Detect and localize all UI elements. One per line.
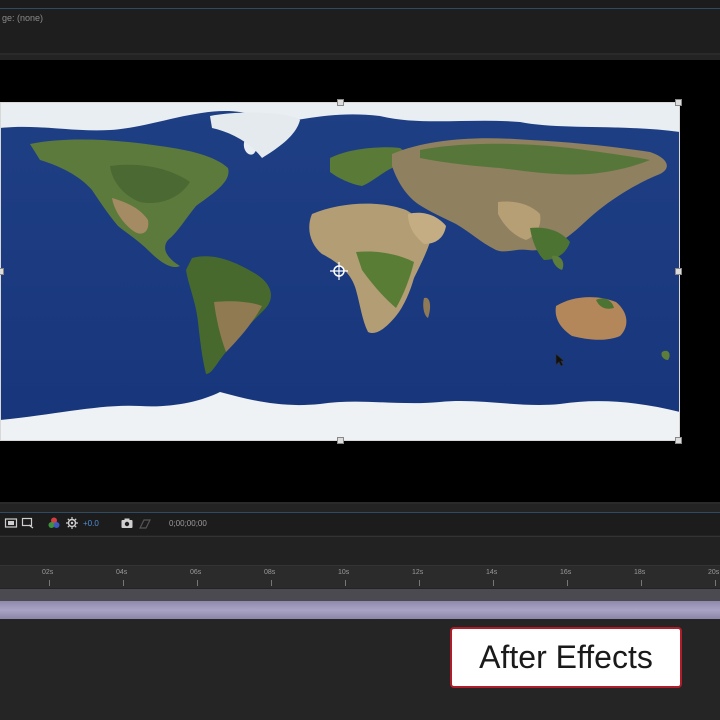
color-channels-icon[interactable]	[47, 516, 61, 530]
exposure-gear-icon[interactable]	[65, 516, 79, 530]
ruler-tick	[715, 580, 716, 586]
snapshot-view-icon[interactable]	[21, 516, 35, 530]
exposure-value[interactable]: +0.0	[83, 519, 99, 528]
ruler-tick-label: 16s	[560, 569, 572, 576]
transform-handle-right[interactable]	[675, 268, 682, 275]
show-snapshot-icon[interactable]	[138, 516, 152, 530]
current-time-display[interactable]: 0;00;00;00	[169, 519, 207, 528]
ruler-tick	[345, 580, 346, 586]
ruler-tick	[49, 580, 50, 586]
ruler-tick	[271, 580, 272, 586]
transform-handle-left[interactable]	[0, 268, 4, 275]
brand-label: After Effects	[479, 639, 653, 675]
ruler-tick-label: 14s	[486, 569, 498, 576]
timeline-header	[0, 536, 720, 566]
viewer-divider	[0, 502, 720, 504]
transform-handle-bottom-right[interactable]	[675, 437, 682, 444]
ruler-tick	[493, 580, 494, 586]
ruler-tick-label: 06s	[190, 569, 202, 576]
ruler-tick-label: 12s	[412, 569, 424, 576]
ruler-tick-label: 18s	[634, 569, 646, 576]
composition-header	[0, 9, 720, 53]
timeline-track[interactable]	[0, 589, 720, 601]
mouse-cursor-icon	[555, 353, 565, 367]
ruler-tick	[123, 580, 124, 586]
header-label: ge: (none)	[2, 13, 44, 23]
ruler-tick	[641, 580, 642, 586]
anchor-point-icon[interactable]	[330, 262, 348, 280]
ruler-tick	[197, 580, 198, 586]
brand-badge: After Effects	[450, 627, 682, 688]
work-area-bar[interactable]	[0, 601, 720, 619]
ruler-tick-label: 02s	[42, 569, 54, 576]
ruler-tick-label: 10s	[338, 569, 350, 576]
ruler-tick-label: 04s	[116, 569, 128, 576]
viewer-toolbar	[0, 512, 720, 535]
panel-top-strip	[0, 0, 720, 8]
transform-handle-bottom[interactable]	[337, 437, 344, 444]
header-divider	[0, 53, 720, 55]
ruler-tick-label: 08s	[264, 569, 276, 576]
time-ruler[interactable]	[0, 566, 720, 588]
transform-handle-top-right[interactable]	[675, 99, 682, 106]
ruler-tick	[567, 580, 568, 586]
ruler-tick	[419, 580, 420, 586]
ruler-tick-label: 20s	[708, 569, 720, 576]
region-of-interest-icon[interactable]	[4, 516, 18, 530]
transform-handle-top[interactable]	[337, 99, 344, 106]
camera-snapshot-icon[interactable]	[120, 516, 134, 530]
